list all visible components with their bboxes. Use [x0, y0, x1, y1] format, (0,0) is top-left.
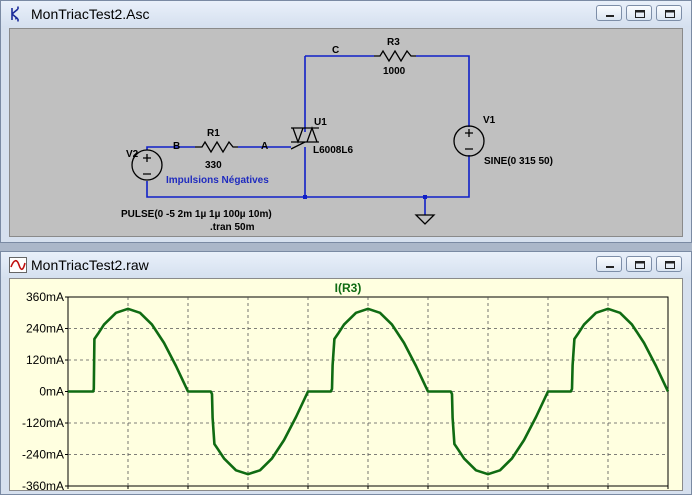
schematic-window-controls [596, 5, 686, 23]
waveform-window: MonTriacTest2.raw 0ms5ms10ms15ms20ms25ms… [0, 251, 692, 495]
maximize-icon [635, 10, 645, 18]
maximize-button[interactable] [626, 5, 652, 21]
voltage-source-v1-symbol[interactable] [453, 125, 485, 157]
v2-value-label: PULSE(0 -5 2m 1µ 1µ 100µ 10m) [121, 209, 272, 220]
y-tick-label: -240mA [22, 448, 64, 462]
minimize-button[interactable] [596, 256, 622, 272]
waveform-app-icon [9, 257, 27, 273]
schematic-canvas[interactable]: C B A R3 1000 R1 330 U1 L6008L6 V1 SINE(… [9, 28, 683, 237]
r1-value-label: 330 [205, 160, 222, 171]
waveform-chart: 0ms5ms10ms15ms20ms25ms30ms35ms40ms45ms50… [22, 281, 670, 490]
close-icon [665, 261, 675, 269]
r3-name-label: R3 [387, 37, 400, 48]
resistor-r1-symbol[interactable] [195, 140, 238, 154]
v2-name-label: V2 [126, 149, 139, 160]
junction-dot [423, 195, 427, 199]
waveform-titlebar[interactable]: MonTriacTest2.raw [1, 252, 691, 278]
schematic-app-icon [9, 6, 27, 22]
y-tick-label: 360mA [26, 290, 64, 304]
y-tick-label: -360mA [22, 479, 64, 490]
y-tick-label: 0mA [39, 385, 64, 399]
schematic-comment: Impulsions Négatives [166, 175, 269, 186]
spice-directive: .tran 50m [210, 222, 255, 233]
net-label-b: B [173, 141, 180, 152]
y-tick-label: 120mA [26, 353, 64, 367]
minimize-button[interactable] [596, 5, 622, 21]
maximize-button[interactable] [626, 256, 652, 272]
close-button[interactable] [656, 5, 682, 21]
waveform-window-controls [596, 256, 686, 274]
schematic-window-title: MonTriacTest2.Asc [31, 6, 150, 22]
close-icon [665, 10, 675, 18]
v1-name-label: V1 [483, 115, 496, 126]
schematic-titlebar[interactable]: MonTriacTest2.Asc [1, 1, 691, 27]
r1-name-label: R1 [207, 128, 220, 139]
u1-name-label: U1 [314, 117, 327, 128]
wires [146, 55, 470, 215]
waveform-window-title: MonTriacTest2.raw [31, 257, 149, 273]
ground-symbol[interactable] [414, 214, 436, 225]
net-label-a: A [261, 141, 268, 152]
maximize-icon [635, 261, 645, 269]
y-tick-label: -120mA [22, 416, 64, 430]
v1-value-label: SINE(0 315 50) [484, 156, 553, 167]
y-tick-label: 240mA [26, 322, 64, 336]
schematic-window: MonTriacTest2.Asc C B A R3 1000 R1 330 U… [0, 0, 692, 243]
waveform-plot-area[interactable]: 0ms5ms10ms15ms20ms25ms30ms35ms40ms45ms50… [9, 278, 683, 491]
u1-value-label: L6008L6 [313, 145, 353, 156]
minimize-icon [606, 15, 614, 17]
junction-dot [303, 195, 307, 199]
net-label-c: C [332, 45, 339, 56]
minimize-icon [606, 266, 614, 268]
trace-title[interactable]: I(R3) [335, 281, 362, 295]
resistor-r3-symbol[interactable] [374, 49, 416, 63]
r3-value-label: 1000 [383, 66, 406, 77]
close-button[interactable] [656, 256, 682, 272]
